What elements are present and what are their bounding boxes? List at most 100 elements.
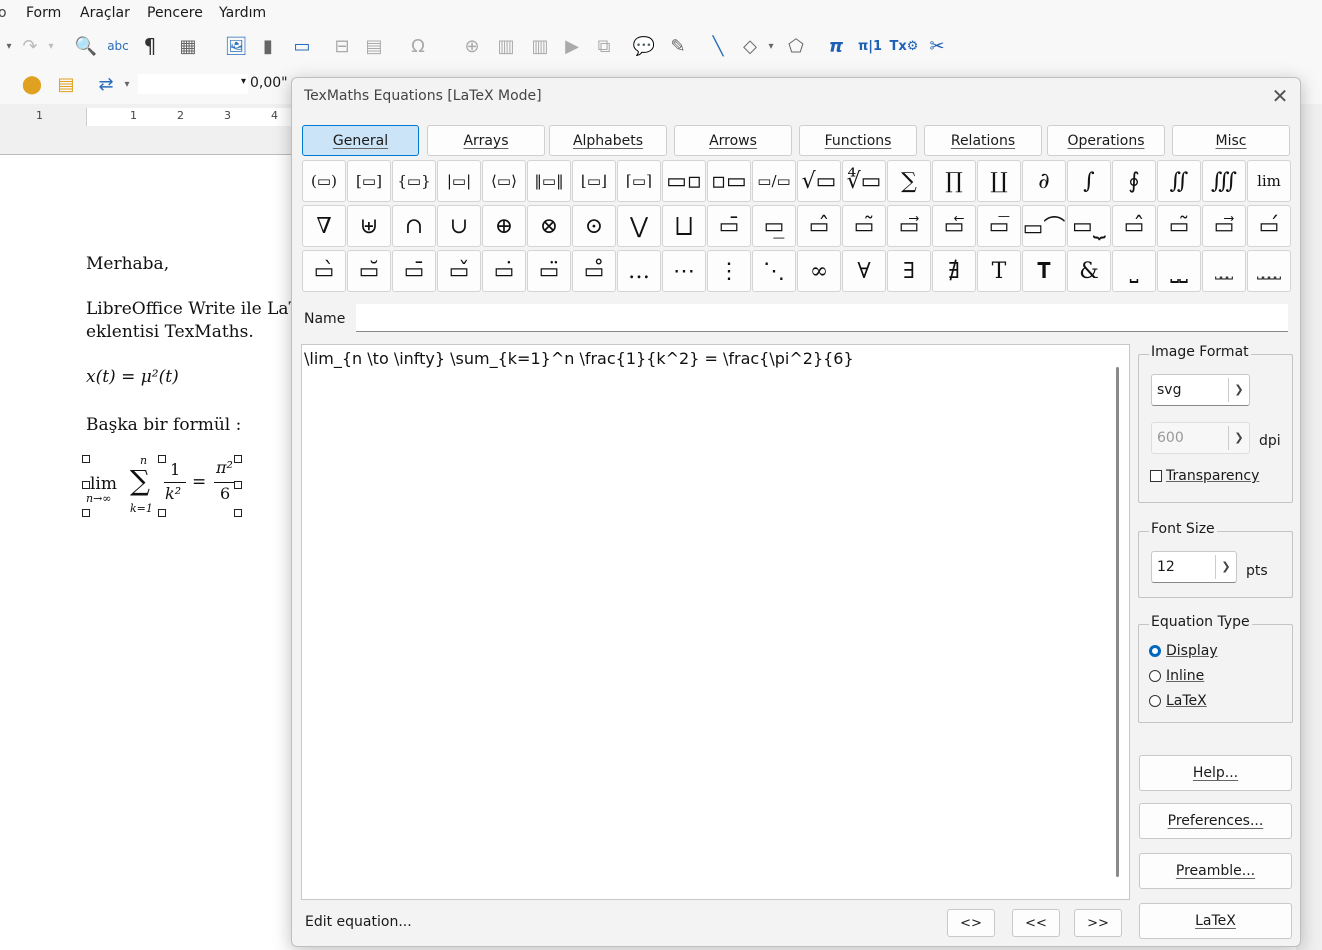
symbol-button[interactable]: ∂ [1022,160,1066,202]
shapes-dropdown-icon[interactable]: ▾ [764,36,778,56]
image-icon[interactable]: 🖼 [224,34,248,58]
symbol-button[interactable]: ∫ [1067,160,1111,202]
format-select[interactable]: svg ❯ [1151,374,1250,406]
redo-icon[interactable]: ↷ [18,34,42,58]
previous-button[interactable]: << [1012,909,1060,937]
symbol-button[interactable]: ∏ [932,160,976,202]
symbol-button[interactable]: ⎵⎵⎵⎵ [1247,250,1291,292]
tab-relations[interactable]: Relations [924,125,1042,156]
selection-handle[interactable] [234,481,242,489]
symbol-button[interactable]: ⋮ [707,250,751,292]
selection-handle[interactable] [82,481,90,489]
symbol-button[interactable]: ∮ [1112,160,1156,202]
symbol-button[interactable]: ▭̊ [572,250,616,292]
symbol-button[interactable]: ▭̃ [842,205,886,247]
name-input[interactable] [356,304,1288,332]
radio-inline[interactable] [1149,670,1161,682]
shape-style-icon[interactable]: ▤ [54,72,78,96]
radio-display[interactable] [1149,645,1161,657]
footnote-icon[interactable]: ▥ [494,34,518,58]
symbol-button[interactable]: ▭̃ [1157,205,1201,247]
symbol-button[interactable]: ∪ [437,205,481,247]
shape-fill-icon[interactable]: ⬤ [20,72,44,96]
equation-editor[interactable]: \lim_{n \to \infty} \sum_{k=1}^n \frac{1… [301,344,1130,900]
symbol-button[interactable]: ▭̇ [482,250,526,292]
symbol-button[interactable]: ∑ [887,160,931,202]
tab-arrows[interactable]: Arrows [674,125,792,156]
preamble-button[interactable]: Preamble... [1139,853,1292,889]
texmaths-numbered-icon[interactable]: π|1 [856,34,884,58]
selection-handle[interactable] [82,455,90,463]
tab-general[interactable]: General [302,125,419,156]
equation-text[interactable]: \lim_{n \to \infty} \sum_{k=1}^n \frac{1… [304,349,854,368]
symbol-button[interactable]: ▭̀ [302,250,346,292]
symbol-button[interactable]: ▭̈ [527,250,571,292]
symbol-button[interactable]: ▭⏟ [1067,205,1111,247]
transparency-checkbox[interactable] [1150,470,1162,482]
line-width-value[interactable]: 0,00" [250,75,288,91]
symbol-button[interactable]: ∜▭ [842,160,886,202]
bookmark-icon[interactable]: ▶ [560,34,584,58]
selection-handle[interactable] [82,509,90,517]
radio-latex-label[interactable]: LaTeX [1166,693,1207,709]
next-button[interactable]: >> [1074,909,1122,937]
menu-form[interactable]: Form [26,5,61,21]
line-icon[interactable]: ╲ [706,34,730,58]
symbol-button[interactable]: ▭▫ [662,160,706,202]
symbol-button[interactable]: ∬ [1157,160,1201,202]
tab-arrays[interactable]: Arrays [427,125,545,156]
spelling-icon[interactable]: abc [104,34,132,58]
symbol-button[interactable]: ⊕ [482,205,526,247]
toggle-button[interactable]: <> [947,909,995,937]
textbox-icon[interactable]: ▭ [288,34,316,58]
latex-button[interactable]: LaTeX [1139,903,1292,939]
symbol-button[interactable]: ▭/▭ [752,160,796,202]
close-icon[interactable]: ✕ [1268,84,1292,108]
symbol-button[interactable]: ⨆ [662,205,706,247]
symbol-button[interactable]: ⎵⎵⎵ [1202,250,1246,292]
symbol-button[interactable]: ∃ [887,250,931,292]
symbol-button[interactable]: ▭̅ [977,205,1021,247]
tab-functions[interactable]: Functions [799,125,917,156]
menu-pencere[interactable]: Pencere [147,5,203,21]
tab-operations[interactable]: Operations [1047,125,1165,156]
transparency-label[interactable]: Transparency [1166,468,1259,484]
symbol-button[interactable]: & [1067,250,1111,292]
symbol-button[interactable]: ▭̆ [347,250,391,292]
symbol-button[interactable]: [▭] [347,160,391,202]
chart-icon[interactable]: ▮ [256,34,280,58]
comment-icon[interactable]: 💬 [632,34,656,58]
symbol-button[interactable]: ▭⃗ [887,205,931,247]
symbol-button[interactable]: √▭ [797,160,841,202]
symbol-button[interactable]: ▭̄ [392,250,436,292]
hyperlink-icon[interactable]: ⊕ [460,34,484,58]
symbol-button[interactable]: |▭| [437,160,481,202]
symbol-button[interactable]: ⎵ [1112,250,1156,292]
menu-araclar[interactable]: Araçlar [80,5,130,21]
table-icon[interactable]: ▦ [176,34,200,58]
symbol-button[interactable]: ▭̄ [707,205,751,247]
help-button[interactable]: Help... [1139,755,1292,791]
symbol-button[interactable]: ▭̲ [752,205,796,247]
font-size-select[interactable]: 12 ❯ [1151,551,1237,583]
symbol-button[interactable]: ⌈▭⌉ [617,160,661,202]
arrow-style-icon[interactable]: ⇄ [94,72,118,96]
symbol-button[interactable]: ∩ [392,205,436,247]
tab-misc[interactable]: Misc [1172,125,1290,156]
symbol-button[interactable]: ∞ [797,250,841,292]
tab-alphabets[interactable]: Alphabets [549,125,667,156]
track-changes-icon[interactable]: ✎ [666,34,690,58]
symbol-button[interactable]: ∭ [1202,160,1246,202]
texmaths-recompile-icon[interactable]: Tx⚙ [890,34,919,58]
field-icon[interactable]: ▤ [362,34,386,58]
texmaths-tools-icon[interactable]: ✂ [924,34,950,58]
symbol-button[interactable]: ⋁ [617,205,661,247]
endnote-icon[interactable]: ▥ [528,34,552,58]
symbol-button[interactable]: ▭⃗ [1202,205,1246,247]
arrow-style-dropdown-icon[interactable]: ▾ [120,74,134,94]
symbol-button[interactable]: ⊙ [572,205,616,247]
find-replace-icon[interactable]: 🔍 [74,34,98,58]
formula-object[interactable]: lim n→∞ n ∑ k=1 1 k² = π² 6 [84,454,240,515]
radio-inline-label[interactable]: Inline [1166,668,1204,684]
symbol-button[interactable]: ∀ [842,250,886,292]
